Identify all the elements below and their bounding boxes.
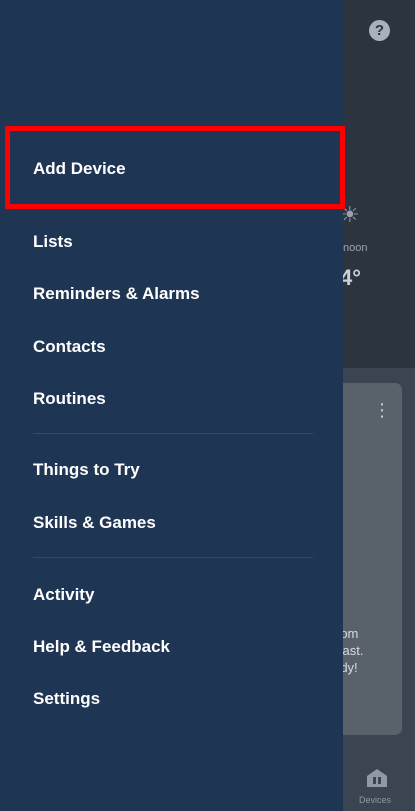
weather-temperature: 4° xyxy=(340,265,362,290)
menu-item-help-feedback[interactable]: Help & Feedback xyxy=(33,636,170,658)
devices-home-icon[interactable] xyxy=(366,768,388,788)
bottom-nav-devices-label[interactable]: Devices xyxy=(359,795,391,805)
menu-item-add-device[interactable]: Add Device xyxy=(33,158,126,180)
menu-divider xyxy=(33,557,313,558)
weather-time-label: noon xyxy=(343,242,368,254)
menu-item-skills-games[interactable]: Skills & Games xyxy=(33,512,156,534)
menu-item-reminders-alarms[interactable]: Reminders & Alarms xyxy=(33,283,200,305)
menu-item-lists[interactable]: Lists xyxy=(33,231,73,253)
menu-divider xyxy=(33,433,313,434)
more-options-icon[interactable]: ⋮ xyxy=(373,401,391,419)
menu-item-contacts[interactable]: Contacts xyxy=(33,336,106,358)
menu-item-things-to-try[interactable]: Things to Try xyxy=(33,459,140,481)
menu-item-settings[interactable]: Settings xyxy=(33,688,100,710)
menu-item-activity[interactable]: Activity xyxy=(33,584,94,606)
menu-item-routines[interactable]: Routines xyxy=(33,388,106,410)
navigation-drawer: Add Device Lists Reminders & Alarms Cont… xyxy=(0,0,343,811)
help-icon[interactable]: ? xyxy=(369,20,390,41)
